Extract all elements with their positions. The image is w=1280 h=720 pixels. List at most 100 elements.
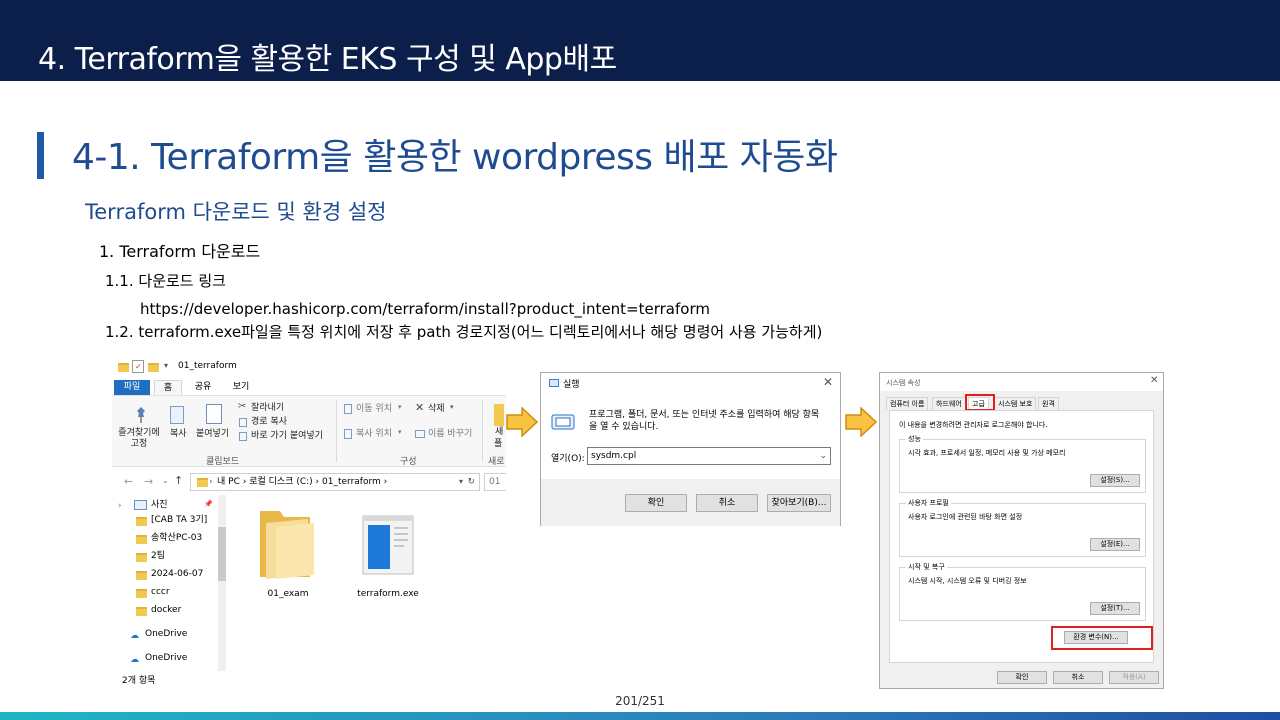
page-number: 201/251 [615,694,665,708]
tab-view[interactable]: 보기 [226,380,256,395]
nav-item-onedrive-2[interactable]: OneDrive [145,651,187,665]
copy-path-icon [239,418,247,427]
tab-home[interactable]: 홈 [154,380,182,395]
user-profiles-settings-button[interactable]: 설정(E)... [1090,538,1140,551]
delete-icon: ✕ [415,401,425,414]
tab-hardware[interactable]: 하드웨어 [932,397,966,410]
nav-item-onedrive[interactable]: OneDrive [145,627,187,641]
run-title-icon [549,379,559,387]
paste-icon [206,404,222,424]
group-user-profiles-title: 사용자 프로필 [906,498,951,508]
header-title: 4. Terraform을 활용한 EKS 구성 및 App배포 [38,42,617,77]
up-arrow-icon[interactable]: ↑ [174,474,183,487]
copy-to-button[interactable]: 복사 위치 [356,428,392,440]
folder-icon [118,363,129,372]
section-accent-bar [37,132,44,179]
recent-chevron-icon[interactable]: ⌄ [162,476,169,485]
refresh-icon[interactable]: ↻ [467,474,475,490]
sysp-cancel-button[interactable]: 취소 [1053,671,1103,684]
quick-access-dropdown-icon[interactable]: ▾ [164,361,168,370]
admin-note: 이 내용을 변경하려면 관리자로 로그온해야 합니다. [899,421,1048,429]
terraform-exe-icon[interactable] [362,515,414,575]
startup-recovery-settings-button[interactable]: 설정(T)... [1090,602,1140,615]
cut-button[interactable]: 잘라내기 [251,402,284,414]
copy-path-button[interactable]: 경로 복사 [251,416,287,428]
new-folder-icon[interactable] [148,363,159,372]
paste-shortcut-icon [239,432,247,441]
rename-button[interactable]: 이름 바꾸기 [428,428,472,440]
cut-icon: ✂ [238,401,247,412]
nav-item-pc-03[interactable]: 송학산PC-03 [151,531,202,545]
run-cancel-button[interactable]: 취소 [696,494,758,512]
file-01-exam[interactable]: 01_exam [248,589,328,599]
file-list-pane: 01_exam terraform.exe [230,495,506,671]
address-dropdown-icon[interactable]: ▾ [459,474,463,490]
back-arrow-icon[interactable]: ← [124,475,133,488]
delete-button[interactable]: 삭제 [428,403,445,415]
scrollbar-thumb[interactable] [218,527,226,581]
folder-icon [136,535,147,544]
arrow-right-icon [506,407,538,437]
folder-icon [136,517,147,526]
address-bar[interactable]: › 내 PC › 로컬 디스크 (C:) › 01_terraform › ▾ … [190,473,480,491]
group-startup-recovery: 시작 및 복구 시스템 시작, 시스템 오류 및 디버깅 정보 설정(T)... [899,562,1146,621]
chevron-down-icon[interactable]: ⌄ [819,448,827,464]
breadcrumb-folder[interactable]: 01_terraform [322,477,381,487]
performance-settings-button[interactable]: 설정(S)... [1090,474,1140,487]
expand-chevron-icon[interactable]: › [118,501,122,511]
tab-computer-name[interactable]: 컴퓨터 이름 [886,397,929,410]
close-icon[interactable]: ✕ [823,375,833,389]
step-heading: 1. Terraform 다운로드 [99,242,261,261]
group-startup-recovery-title: 시작 및 복구 [906,562,947,572]
sysp-title: 시스템 속성 [886,379,921,387]
pin-to-quick-access-button[interactable]: 즐겨찾기에 고정 [116,428,162,450]
explorer-title: 01_terraform [178,361,237,371]
tab-remote[interactable]: 원격 [1038,397,1059,410]
nav-item-team2[interactable]: 2팀 [151,549,165,563]
run-dialog-title: 실행 [563,380,580,390]
address-row: ← → ⌄ ↑ › 내 PC › 로컬 디스크 (C:) › 01_terraf… [112,473,506,493]
chevron-down-icon: ▾ [450,403,454,411]
paste-shortcut-button[interactable]: 바로 가기 붙여넣기 [251,430,323,442]
breadcrumb-chevron-icon: › [383,477,388,487]
download-link[interactable]: https://developer.hashicorp.com/terrafor… [140,298,710,320]
group-new: 새로 [488,457,505,467]
nav-item-2024-06-07[interactable]: 2024-06-07 [151,567,203,581]
properties-icon[interactable]: ✓ [132,360,144,373]
folder-01-exam-icon[interactable] [258,505,316,581]
folder-icon [136,589,147,598]
nav-item-cab-ta[interactable]: [CAB TA 3기] [151,513,207,527]
group-user-profiles-desc: 사용자 로그인에 관련된 바탕 화면 설정 [908,513,1023,521]
tab-share[interactable]: 공유 [188,380,218,395]
open-label: 열기(O): [551,454,585,464]
open-input[interactable]: sysdm.cpl ⌄ [587,447,831,465]
status-item-count: 2개 항목 [122,676,156,686]
sysp-ok-button[interactable]: 확인 [997,671,1047,684]
forward-arrow-icon[interactable]: → [144,475,153,488]
navigation-pane: › 사진 📌 [CAB TA 3기] 송학산PC-03 2팀 2024-06-0… [112,495,228,671]
tab-file[interactable]: 파일 [114,380,150,395]
paste-button[interactable]: 붙여넣기 [196,428,229,440]
run-browse-button[interactable]: 찾아보기(B)... [767,494,831,512]
nav-item-pictures[interactable]: 사진 [151,498,168,512]
breadcrumb-this-pc[interactable]: 내 PC [217,477,240,487]
file-terraform-exe[interactable]: terraform.exe [348,589,428,599]
copy-to-icon [344,429,352,439]
move-to-button[interactable]: 이동 위치 [356,403,392,415]
search-box[interactable]: 01 [484,473,506,491]
open-input-value: sysdm.cpl [591,451,637,461]
new-label-2: 폴 [494,439,503,449]
nav-item-cccr[interactable]: cccr [151,585,170,599]
run-ok-button[interactable]: 확인 [625,494,687,512]
group-startup-recovery-desc: 시스템 시작, 시스템 오류 및 디버깅 정보 [908,577,1027,585]
close-icon[interactable]: ✕ [1150,375,1158,386]
copy-button[interactable]: 복사 [170,428,187,440]
explorer-ribbon: 즐겨찾기에 고정 복사 붙여넣기 ✂ 잘라내기 경로 복사 바로 가기 붙여넣기… [112,395,506,467]
navigation-scrollbar[interactable] [218,495,226,671]
sysp-apply-button[interactable]: 적용(A) [1109,671,1159,684]
nav-item-docker[interactable]: docker [151,603,181,617]
breadcrumb-local-disk[interactable]: 로컬 디스크 (C:) [249,477,312,487]
step-1-2: 1.2. terraform.exe파일을 특정 위치에 저장 후 path 경… [105,323,823,341]
tab-system-protection[interactable]: 시스템 보호 [994,397,1037,410]
bottom-gradient-bar [0,712,1280,720]
